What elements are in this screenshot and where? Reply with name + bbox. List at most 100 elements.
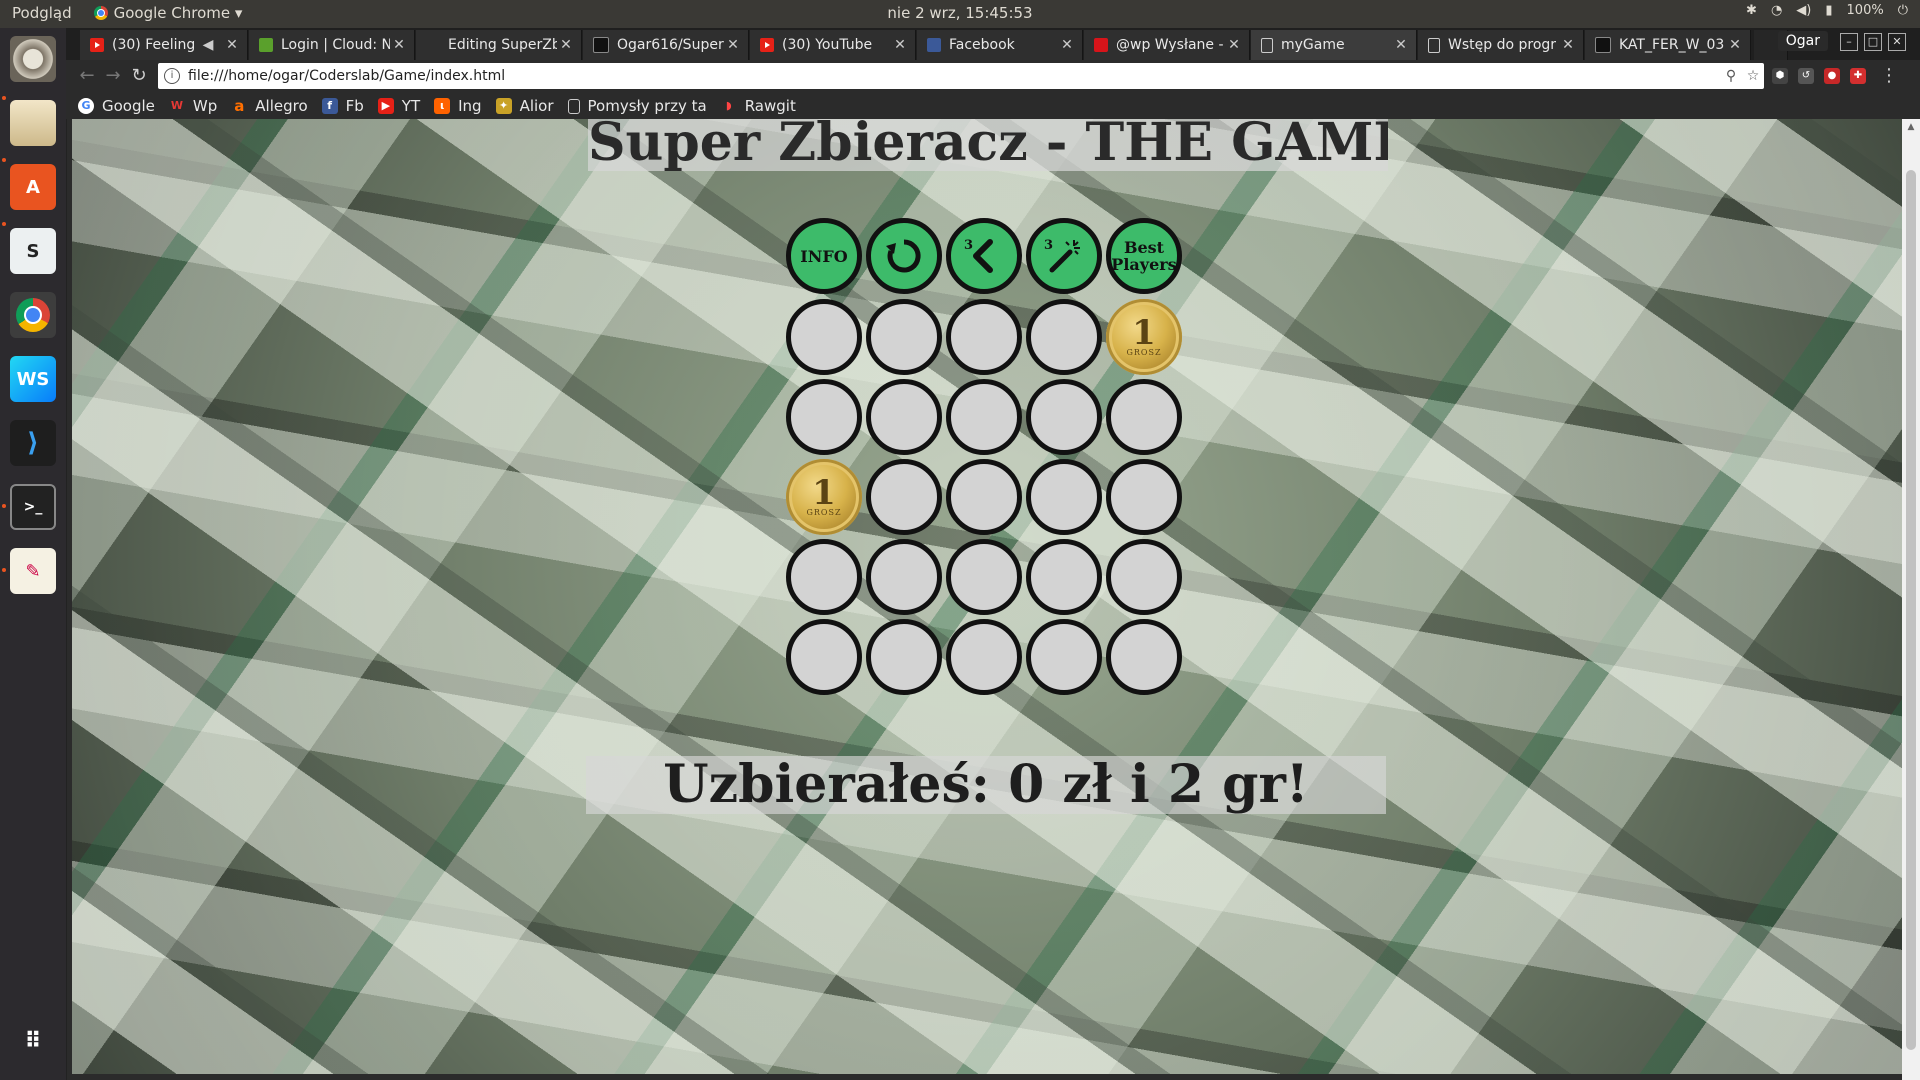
close-icon[interactable]: ✕	[1726, 37, 1744, 53]
tab-1[interactable]: Login | Cloud: N ✕	[249, 30, 415, 60]
info-icon[interactable]: i	[164, 68, 180, 84]
tab-7[interactable]: myGame ✕	[1251, 30, 1417, 60]
gift-extension-icon[interactable]: ✚	[1850, 68, 1866, 84]
menu-icon[interactable]: ⋮	[1878, 65, 1900, 87]
running-indicator	[2, 504, 6, 508]
rhythmbox-icon[interactable]	[10, 36, 56, 82]
zoom-icon[interactable]: ⚲	[1720, 68, 1742, 84]
active-app-menu[interactable]: Google Chrome ▾	[93, 4, 242, 22]
empty-cell[interactable]	[1026, 459, 1102, 535]
files-icon[interactable]	[10, 100, 56, 146]
url-text[interactable]: file:///home/ogar/Coderslab/Game/index.h…	[188, 68, 1720, 84]
empty-cell[interactable]	[946, 299, 1022, 375]
magic-wand-button[interactable]: 3	[1026, 218, 1102, 294]
empty-cell[interactable]	[866, 619, 942, 695]
empty-cell[interactable]	[946, 619, 1022, 695]
tab-audio-icon[interactable]: ◀	[199, 37, 217, 53]
text-editor-icon[interactable]: ✎	[10, 548, 56, 594]
empty-cell[interactable]	[786, 299, 862, 375]
coin-cell[interactable]: 1 GROSZ	[1106, 299, 1182, 375]
empty-cell[interactable]	[1026, 619, 1102, 695]
battery-icon[interactable]: ▮	[1825, 3, 1832, 18]
show-apps-icon[interactable]: ⠿	[10, 1018, 56, 1064]
webstorm-icon[interactable]: WS	[10, 356, 56, 402]
tab-0[interactable]: (30) Feeling ◀ ✕	[80, 30, 248, 60]
empty-cell[interactable]	[1106, 619, 1182, 695]
tab-5[interactable]: Facebook ✕	[917, 30, 1083, 60]
close-icon[interactable]: ✕	[557, 37, 575, 53]
bookmark-yt[interactable]: ▶ YT	[377, 97, 420, 115]
empty-cell[interactable]	[1106, 379, 1182, 455]
history-extension-icon[interactable]: ↺	[1798, 68, 1814, 84]
undo-button[interactable]: 3	[946, 218, 1022, 294]
empty-cell[interactable]	[946, 459, 1022, 535]
scrollbar-thumb[interactable]	[1906, 170, 1916, 1050]
bookmark-pomysly[interactable]: Pomysły przy ta	[567, 97, 707, 115]
empty-cell[interactable]	[946, 539, 1022, 615]
tab-6[interactable]: @wp Wysłane - ✕	[1084, 30, 1250, 60]
bookmark-alior[interactable]: ✦ Alior	[495, 97, 554, 115]
empty-cell[interactable]	[1106, 459, 1182, 535]
empty-cell[interactable]	[866, 379, 942, 455]
clock[interactable]: nie 2 wrz, 15:45:53	[887, 4, 1032, 22]
empty-cell[interactable]	[1106, 539, 1182, 615]
reload-icon[interactable]: ↻	[128, 65, 150, 87]
tab-2[interactable]: Editing SuperZb ✕	[416, 30, 582, 60]
empty-cell[interactable]	[946, 379, 1022, 455]
wifi-icon[interactable]: ◔	[1771, 3, 1782, 18]
close-icon[interactable]: ✕	[1559, 37, 1577, 53]
bookmark-google[interactable]: G Google	[78, 97, 155, 115]
coin-cell[interactable]: 1 GROSZ	[786, 459, 862, 535]
tab-4[interactable]: (30) YouTube ✕	[750, 30, 916, 60]
bookmark-rawgit[interactable]: ◗ Rawgit	[721, 97, 796, 115]
reset-button[interactable]	[866, 218, 942, 294]
maximize-icon[interactable]: □	[1864, 33, 1882, 51]
facebook-icon	[927, 38, 941, 52]
close-icon[interactable]: ✕	[891, 37, 909, 53]
minimize-icon[interactable]: –	[1840, 33, 1858, 51]
forward-icon[interactable]: →	[102, 65, 124, 87]
empty-cell[interactable]	[1026, 379, 1102, 455]
empty-cell[interactable]	[1026, 299, 1102, 375]
empty-cell[interactable]	[866, 299, 942, 375]
bookmark-wp[interactable]: W Wp	[169, 97, 217, 115]
software-center-icon[interactable]: A	[10, 164, 56, 210]
window-close-icon[interactable]: ✕	[1888, 33, 1906, 51]
settings-icon[interactable]: ✱	[1746, 3, 1757, 18]
address-bar[interactable]: i file:///home/ogar/Coderslab/Game/index…	[158, 63, 1764, 89]
record-extension-icon[interactable]: ●	[1824, 68, 1840, 84]
tab-9[interactable]: KAT_FER_W_03 ✕	[1585, 30, 1751, 60]
empty-cell[interactable]	[786, 379, 862, 455]
empty-cell[interactable]	[866, 539, 942, 615]
extension-icon[interactable]: ⬢	[1772, 68, 1788, 84]
close-icon[interactable]: ✕	[223, 37, 241, 53]
close-icon[interactable]: ✕	[1392, 37, 1410, 53]
game-title: Super Zbieracz - THE GAME !!!	[588, 119, 1388, 171]
empty-cell[interactable]	[786, 539, 862, 615]
info-button[interactable]: INFO	[786, 218, 862, 294]
vscode-icon[interactable]: ⟩	[10, 420, 56, 466]
tab-8[interactable]: Wstęp do progr ✕	[1418, 30, 1584, 60]
bookmark-allegro[interactable]: a Allegro	[231, 97, 307, 115]
close-icon[interactable]: ✕	[390, 37, 408, 53]
volume-icon[interactable]: ◀)	[1796, 3, 1811, 18]
profile-button[interactable]: Ogar	[1777, 31, 1828, 51]
scroll-up-icon[interactable]: ▲	[1906, 122, 1916, 132]
close-icon[interactable]: ✕	[1058, 37, 1076, 53]
app-menu-label[interactable]: Podgląd	[12, 4, 72, 22]
chrome-app-icon[interactable]	[10, 292, 56, 338]
empty-cell[interactable]	[866, 459, 942, 535]
back-icon[interactable]: ←	[76, 65, 98, 87]
bookmark-ing[interactable]: ι Ing	[434, 97, 482, 115]
tab-3[interactable]: Ogar616/Super ✕	[583, 30, 749, 60]
close-icon[interactable]: ✕	[1225, 37, 1243, 53]
slack-icon[interactable]: S	[10, 228, 56, 274]
terminal-icon[interactable]: >_	[10, 484, 56, 530]
power-icon[interactable]: ⏻	[1898, 3, 1908, 18]
empty-cell[interactable]	[1026, 539, 1102, 615]
empty-cell[interactable]	[786, 619, 862, 695]
close-icon[interactable]: ✕	[724, 37, 742, 53]
bookmark-fb[interactable]: f Fb	[321, 97, 364, 115]
best-players-button[interactable]: Best Players	[1106, 218, 1182, 294]
bookmark-star-icon[interactable]: ☆	[1742, 68, 1764, 84]
